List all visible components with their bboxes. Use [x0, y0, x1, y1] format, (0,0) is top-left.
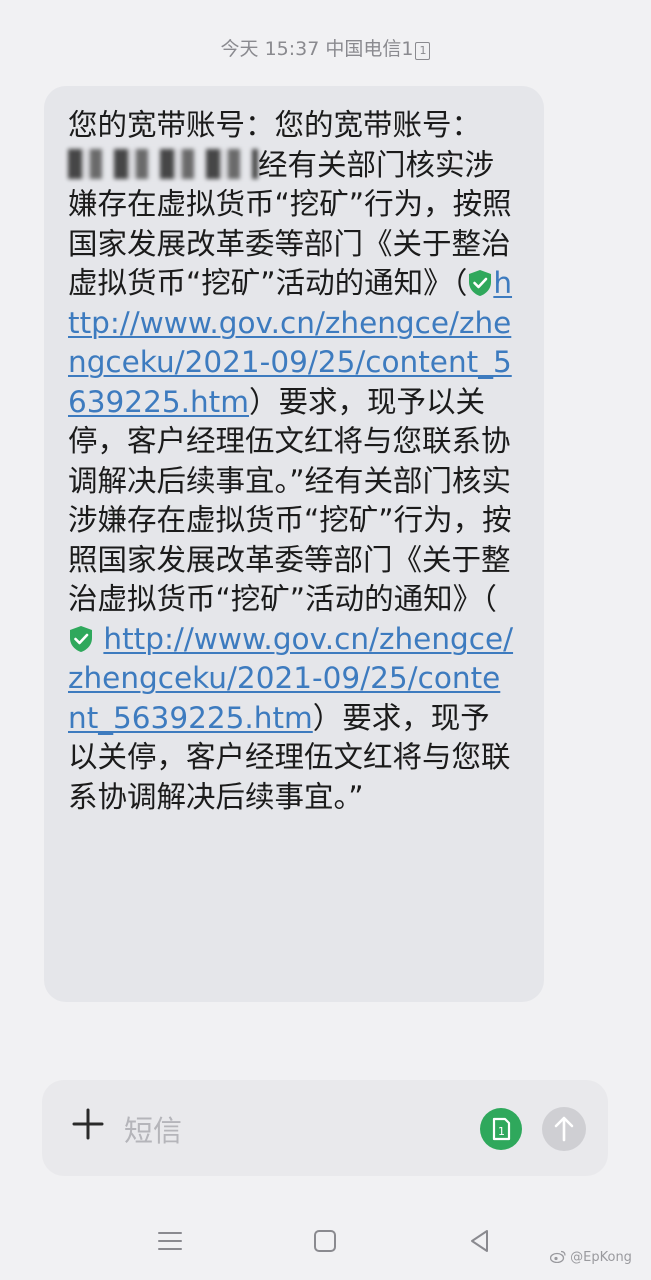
send-button[interactable] [542, 1107, 586, 1151]
sim-badge-icon: 1 [415, 42, 431, 60]
header-time: 15:37 [264, 38, 320, 60]
message-part-1: 您的宽带账号：您的宽带账号： [68, 108, 482, 142]
back-icon[interactable] [467, 1228, 493, 1254]
header-carrier: 中国电信1 [325, 38, 414, 60]
watermark-text: @EpKong [570, 1250, 632, 1265]
message-part-3: ）要求，现予以关停，客户经理伍文红将与您联系协调解决后续事宜。”经有关部门核实涉… [68, 384, 512, 617]
plus-icon[interactable] [70, 1106, 106, 1142]
verified-shield-icon [70, 625, 92, 652]
redacted-account-number [68, 148, 258, 179]
sim-number: 1 [498, 1125, 505, 1138]
message-input[interactable]: 短信 [124, 1108, 182, 1150]
weibo-icon [549, 1250, 566, 1264]
sim-select-button[interactable]: 1 [480, 1108, 522, 1150]
watermark: @EpKong [549, 1250, 632, 1265]
home-icon[interactable] [312, 1228, 338, 1254]
menu-icon[interactable] [157, 1228, 183, 1254]
verified-shield-icon [469, 270, 492, 296]
message-text: 您的宽带账号：您的宽带账号：经有关部门核实涉嫌存在虚拟货币“挖矿”行为，按照国家… [68, 106, 518, 817]
send-arrow-icon [554, 1116, 574, 1142]
message-timestamp-header: 今天 15:37 中国电信1 1 [0, 34, 651, 61]
header-day: 今天 [220, 38, 259, 60]
sim-card-icon: 1 [492, 1117, 511, 1141]
